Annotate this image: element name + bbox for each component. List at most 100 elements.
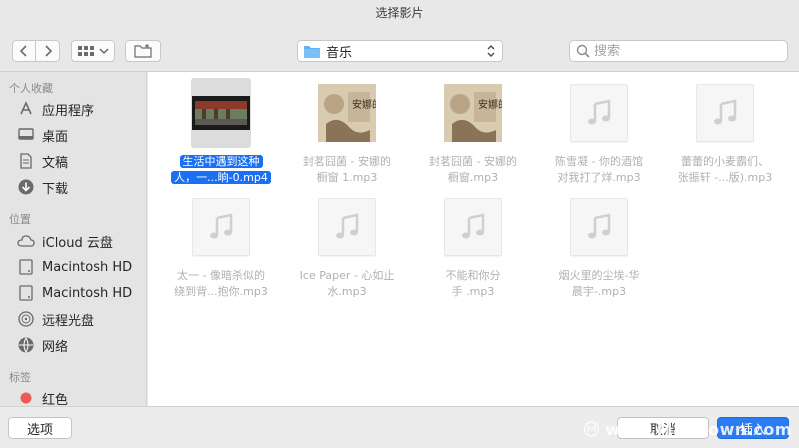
sidebar-header-tags: 标签: [9, 371, 31, 384]
file-browser: 生活中遇到这种 人，一...晌-0.mp4 安娜的橱窗 封茗囧菌 - 安娜的 橱…: [148, 72, 799, 406]
file-thumbnail[interactable]: [191, 192, 251, 262]
file-name-line2: 水.mp3: [327, 285, 367, 298]
album-title-text: 安娜的橱窗: [478, 98, 502, 111]
music-note-icon: [192, 198, 250, 256]
file-thumbnail[interactable]: [569, 78, 629, 148]
sidebar-header-locations: 位置: [9, 213, 31, 226]
toolbar: 音乐: [0, 32, 799, 72]
chevron-right-icon: [44, 45, 52, 57]
file-name-line1: 陈雪凝 - 你的酒馆: [555, 155, 643, 168]
sidebar-item-label: Macintosh HD: [42, 285, 133, 301]
file-thumbnail[interactable]: [443, 192, 503, 262]
search-field[interactable]: [569, 40, 788, 62]
file-name: 陈雪凝 - 你的酒馆 对我打了烊.mp3: [538, 154, 660, 186]
file-name-line2: 橱窗.mp3: [447, 171, 499, 184]
file-name-line1: 烟火里的尘埃-华: [558, 269, 640, 282]
album-art-thumbnail: 安娜的橱窗: [444, 84, 502, 142]
forward-button[interactable]: [36, 40, 60, 62]
applications-icon: [17, 100, 35, 118]
downloads-icon: [17, 178, 35, 196]
location-popup[interactable]: 音乐: [297, 40, 503, 62]
watermark: www.MacDown.com: [584, 416, 792, 442]
title-bar: 选择影片: [0, 0, 799, 32]
album-art-thumbnail: 安娜的橱窗: [318, 84, 376, 142]
file-name-line1: 太一 - 像暗杀似的: [177, 269, 265, 282]
updown-chevron-icon: [487, 45, 495, 57]
file-thumbnail[interactable]: [569, 192, 629, 262]
file-name: 封茗囧菌 - 安娜的 橱窗.mp3: [412, 154, 534, 186]
documents-icon: [17, 152, 35, 170]
file-name: Ice Paper - 心如止 水.mp3: [286, 268, 408, 300]
new-folder-icon: [134, 44, 152, 58]
sidebar-item-icloud[interactable]: iCloud 云盘: [17, 230, 145, 252]
new-folder-button[interactable]: [125, 40, 161, 62]
sidebar-item-label: 红色: [42, 392, 69, 407]
file-name-line2: 手 .mp3: [451, 285, 495, 298]
watermark-text: www.MacDown.com: [605, 419, 792, 439]
file-name-line2: 绕到背...抱你.mp3: [174, 285, 268, 298]
file-name-line1: 封茗囧菌 - 安娜的: [303, 155, 391, 168]
network-icon: [17, 336, 35, 354]
file-name-line2: 对我打了烊.mp3: [557, 171, 641, 184]
music-note-icon: [444, 198, 502, 256]
sidebar-item-label: iCloud 云盘: [42, 235, 113, 251]
file-thumbnail[interactable]: [317, 192, 377, 262]
file-name: 蕾蕾的小麦霸们、 张振轩 -...版).mp3: [664, 154, 786, 186]
music-note-icon: [696, 84, 754, 142]
sidebar-item-label: 桌面: [42, 129, 69, 145]
sidebar-item-label: Macintosh HD: [42, 259, 133, 275]
sidebar-item-macintosh-hd-1[interactable]: Macintosh HD: [17, 256, 145, 278]
file-thumbnail[interactable]: [695, 78, 755, 148]
folder-icon: [304, 45, 320, 58]
search-input[interactable]: [594, 43, 774, 59]
hard-drive-icon: [17, 284, 35, 302]
file-name-line2: 晨宇-.mp3: [571, 285, 627, 298]
file-name: 不能和你分 手 .mp3: [412, 268, 534, 300]
file-name-line1: 不能和你分: [445, 269, 501, 282]
file-name: 生活中遇到这种 人，一...晌-0.mp4: [160, 154, 282, 186]
sidebar-item-label: 应用程序: [42, 103, 95, 119]
file-name: 烟火里的尘埃-华 晨宇-.mp3: [538, 268, 660, 300]
file-name-line1: 生活中遇到这种: [179, 155, 263, 168]
file-name: 太一 - 像暗杀似的 绕到背...抱你.mp3: [160, 268, 282, 300]
video-thumbnail: [192, 96, 250, 130]
sidebar-item-desktop[interactable]: 桌面: [17, 124, 145, 146]
file-thumbnail[interactable]: 安娜的橱窗: [443, 78, 503, 148]
sidebar-item-network[interactable]: 网络: [17, 334, 145, 356]
window-title: 选择影片: [375, 6, 424, 20]
sidebar-item-remote-disc[interactable]: 远程光盘: [17, 308, 145, 330]
file-name-line1: 封茗囧菌 - 安娜的: [429, 155, 517, 168]
file-name-line2: 人，一...晌-0.mp4: [171, 171, 271, 184]
remote-disc-icon: [17, 310, 35, 328]
back-button[interactable]: [12, 40, 36, 62]
file-thumbnail-selected[interactable]: [191, 78, 251, 148]
chevron-left-icon: [19, 45, 27, 57]
hard-drive-icon: [17, 258, 35, 276]
music-note-icon: [318, 198, 376, 256]
location-label: 音乐: [326, 45, 353, 61]
sidebar-item-macintosh-hd-2[interactable]: Macintosh HD: [17, 282, 145, 304]
album-title-text: 安娜的橱窗: [352, 98, 376, 111]
sidebar-item-label: 远程光盘: [42, 313, 95, 329]
file-name: 封茗囧菌 - 安娜的 橱窗 1.mp3: [286, 154, 408, 186]
file-name-line2: 橱窗 1.mp3: [316, 171, 378, 184]
watermark-logo-icon: [584, 421, 600, 437]
sidebar-item-tag-red[interactable]: 红色: [17, 387, 145, 406]
view-options-button[interactable]: [71, 40, 115, 62]
file-name-line2: 张振轩 -...版).mp3: [677, 171, 773, 184]
sidebar-item-documents[interactable]: 文稿: [17, 150, 145, 172]
sidebar-item-applications[interactable]: 应用程序: [17, 98, 145, 120]
file-thumbnail[interactable]: 安娜的橱窗: [317, 78, 377, 148]
grid-view-icon: [77, 46, 94, 56]
music-note-icon: [570, 84, 628, 142]
sidebar-item-downloads[interactable]: 下载: [17, 176, 145, 198]
red-tag-icon: [17, 389, 35, 406]
options-button[interactable]: 选项: [8, 417, 72, 439]
icloud-icon: [17, 232, 35, 250]
sidebar: 个人收藏 应用程序 桌面 文稿 下载 位置 iCloud 云盘 Macintos…: [0, 72, 147, 406]
music-note-icon: [570, 198, 628, 256]
desktop-icon: [17, 126, 35, 144]
sidebar-item-label: 下载: [42, 181, 69, 197]
search-icon: [576, 44, 590, 58]
sidebar-header-favorites: 个人收藏: [9, 82, 53, 95]
